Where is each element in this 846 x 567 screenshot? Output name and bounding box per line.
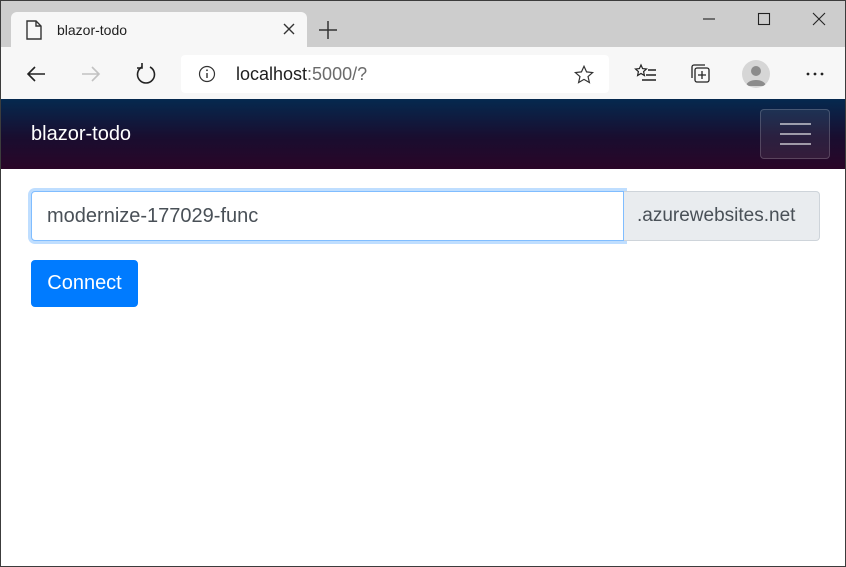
browser-tab[interactable]: blazor-todo	[11, 12, 307, 48]
close-window-icon[interactable]	[807, 7, 831, 31]
browser-window: blazor-todo localhost:5000/? blazor-todo…	[0, 0, 846, 567]
favorites-icon[interactable]	[634, 62, 658, 86]
tab-title: blazor-todo	[57, 22, 128, 38]
site-name-input[interactable]	[31, 191, 624, 241]
browser-toolbar: localhost:5000/?	[1, 47, 845, 99]
page-icon	[26, 20, 42, 40]
collections-icon[interactable]	[689, 62, 713, 86]
favorite-star-icon[interactable]	[573, 64, 595, 86]
url-text[interactable]: localhost:5000/?	[236, 64, 367, 85]
profile-avatar[interactable]	[742, 60, 770, 88]
tab-strip: blazor-todo	[1, 1, 845, 48]
maximize-icon[interactable]	[752, 7, 776, 31]
page-content: .azurewebsites.net Connect	[1, 169, 845, 566]
site-name-input-group: .azurewebsites.net	[31, 191, 820, 241]
new-tab-icon[interactable]	[317, 19, 339, 41]
back-icon[interactable]	[24, 62, 48, 86]
app-navbar: blazor-todo	[1, 99, 845, 169]
hamburger-icon-bar	[780, 133, 811, 135]
close-tab-icon[interactable]	[281, 21, 297, 37]
hamburger-icon	[780, 123, 811, 125]
refresh-icon[interactable]	[134, 62, 158, 86]
more-menu-icon[interactable]	[803, 62, 827, 86]
url-path: :5000/?	[307, 64, 368, 84]
forward-icon[interactable]	[79, 62, 103, 86]
domain-suffix: .azurewebsites.net	[624, 191, 820, 241]
url-host: localhost	[236, 64, 308, 84]
hamburger-icon-bar	[780, 143, 811, 145]
address-bar[interactable]: localhost:5000/?	[181, 55, 609, 93]
user-icon	[746, 66, 766, 86]
site-info-icon[interactable]	[198, 65, 216, 83]
menu-toggle-button[interactable]	[760, 109, 830, 159]
navbar-brand[interactable]: blazor-todo	[31, 123, 131, 146]
connect-button[interactable]: Connect	[31, 260, 138, 307]
minimize-icon[interactable]	[697, 7, 721, 31]
